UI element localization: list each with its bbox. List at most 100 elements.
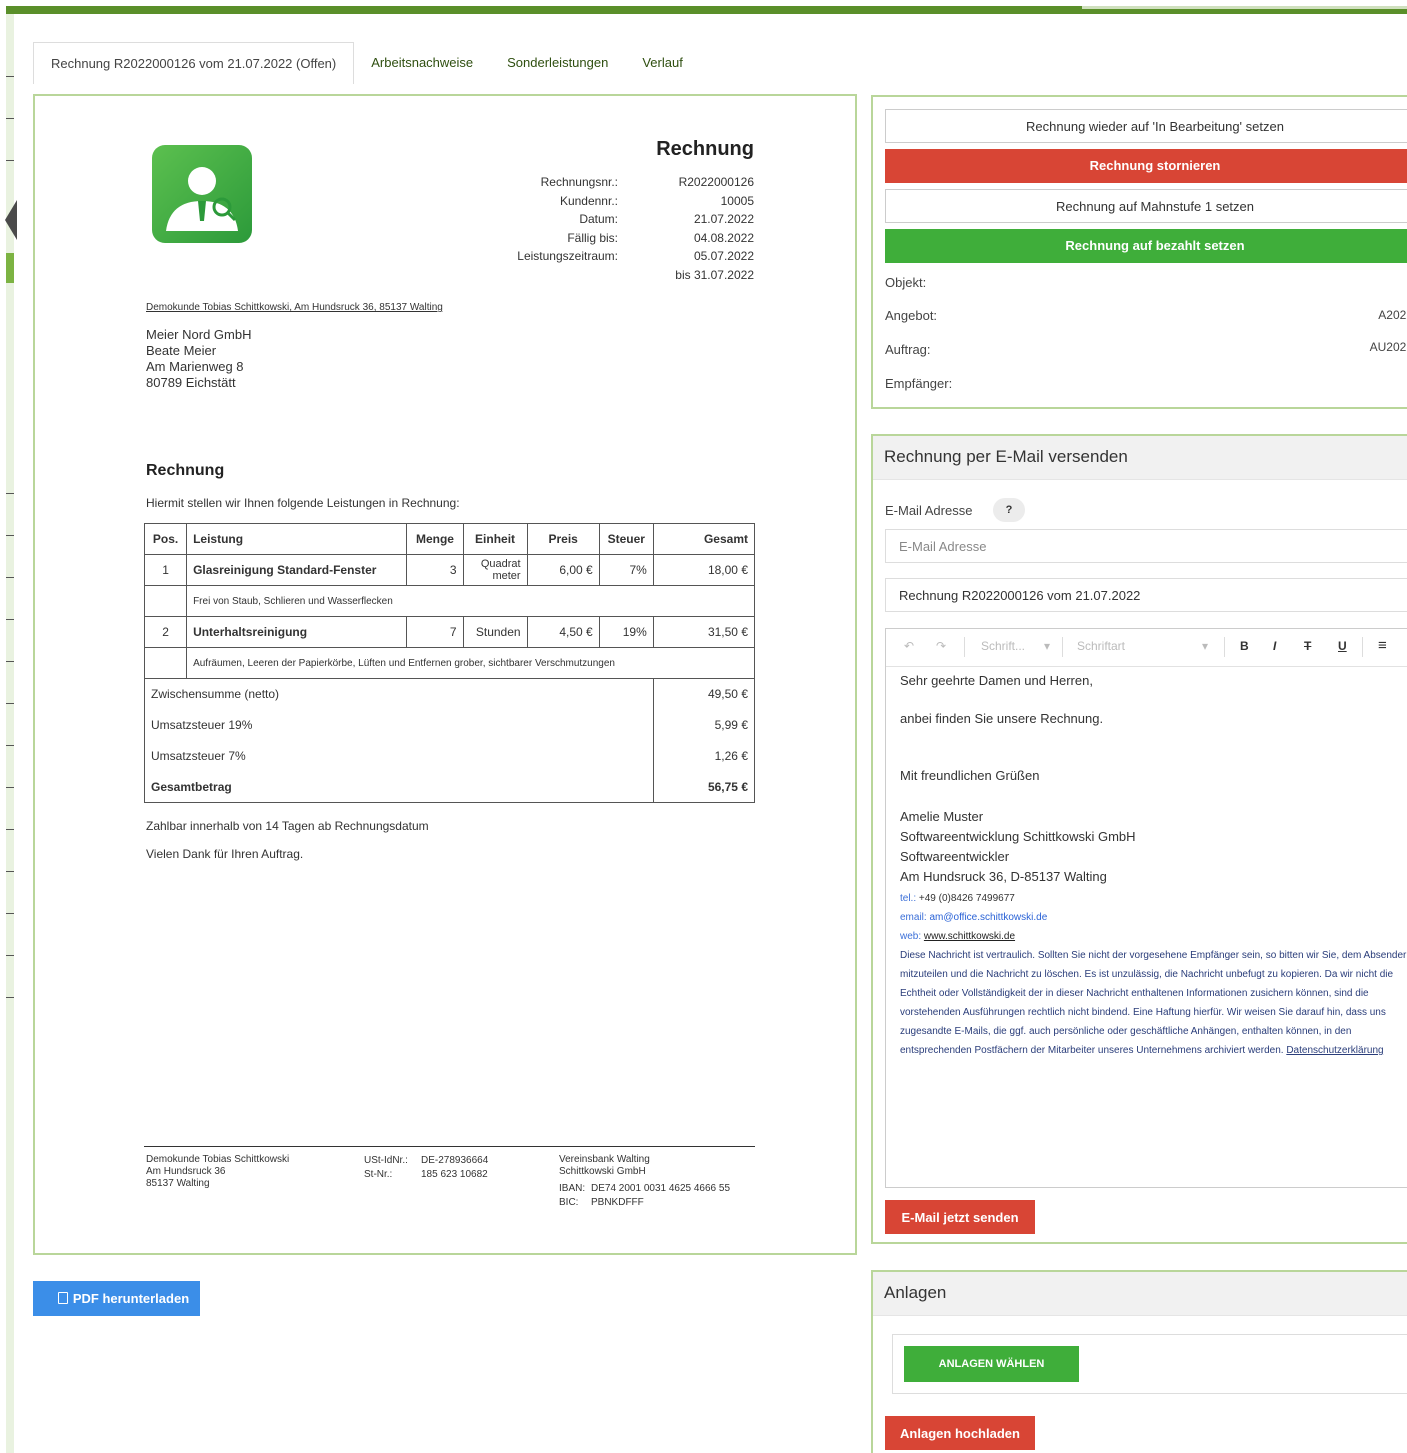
tab-history[interactable]: Verlauf [625, 42, 699, 84]
tab-work-records[interactable]: Arbeitsnachweise [354, 42, 490, 84]
email-subject-input[interactable] [885, 578, 1407, 612]
cell-price: 4,50 € [526, 616, 600, 648]
footer-tax: USt-IdNr.: DE-278936664 St-Nr.: 185 623 10… [364, 1154, 488, 1182]
footer-divider [144, 1146, 755, 1147]
invoice-title: Rechnung [656, 138, 754, 160]
contact-key: tel.: [900, 893, 917, 904]
footer-value: PBNKDFFF [591, 1197, 644, 1208]
rail-tick [6, 160, 14, 161]
email-panel: Rechnung per E-Mail versenden E-Mail Adr… [871, 434, 1407, 1244]
signature-web-link[interactable]: www.schittkowski.de [924, 931, 1015, 942]
address-line: Am Marienweg 8 [146, 359, 244, 374]
total-value: 56,75 € [652, 771, 756, 803]
rail-tick [6, 829, 14, 830]
rail-tick [6, 118, 14, 119]
sidebar-collapse-icon[interactable] [5, 200, 17, 240]
cell-description: Aufräumen, Leeren der Papierkörbe, Lüfte… [186, 647, 755, 679]
footer-line: Am Hundsruck 36 [146, 1166, 226, 1177]
email-address-label: E-Mail Adresse [885, 503, 973, 518]
total-label: Umsatzsteuer 19% [144, 709, 654, 741]
address-line: Meier Nord GmbH [146, 327, 252, 342]
chevron-down-icon[interactable]: ▾ [1044, 639, 1050, 653]
strikethrough-icon[interactable]: T [1304, 639, 1311, 653]
meta-label: Kundennr.: [559, 193, 618, 208]
pdf-file-icon [57, 1292, 68, 1304]
invoice-meta-labels: Rechnungsnr.: Kundennr.: Datum: Fällig b… [470, 173, 618, 266]
footer-key: St-Nr.: [364, 1169, 393, 1180]
align-left-icon[interactable]: ≡ [1378, 637, 1387, 654]
choose-attachments-button[interactable]: ANLAGEN WÄHLEN [904, 1346, 1079, 1382]
total-label: Zwischensumme (netto) [144, 678, 654, 710]
attachments-panel: Anlagen ANLAGEN WÄHLEN Anlagen hochladen [871, 1270, 1407, 1453]
rail-tick [6, 493, 14, 494]
col-quantity: Menge [406, 523, 464, 555]
email-disclaimer: Diese Nachricht ist vertraulich. Sollten… [900, 946, 1407, 1076]
toolbar-divider [1362, 637, 1363, 657]
cell-quantity: 7 [406, 616, 464, 648]
email-body-editor[interactable]: ↶ ↷ Schrift... ▾ Schriftart ▾ B I T U ≡ … [885, 628, 1407, 1188]
tab-special-services[interactable]: Sonderleistungen [490, 42, 625, 84]
font-family-select[interactable]: Schriftart [1077, 639, 1125, 653]
underline-icon[interactable]: U [1338, 639, 1347, 653]
set-paid-button[interactable]: Rechnung auf bezahlt setzen [885, 229, 1407, 263]
total-label: Umsatzsteuer 7% [144, 740, 654, 772]
email-signature: Amelie Muster Softwareentwicklung Schitt… [900, 807, 1136, 887]
meta-label: Rechnungsnr.: [540, 175, 618, 189]
table-row: 2 Unterhaltsreinigung 7 Stunden 4,50 € 1… [143, 616, 756, 648]
signature-line: Softwareentwicklung Schittkowski GmbH [900, 829, 1136, 844]
pdf-download-button[interactable]: PDF herunterladen [33, 1281, 200, 1316]
font-size-select[interactable]: Schrift... [981, 639, 1025, 653]
tab-invoice[interactable]: Rechnung R2022000126 vom 21.07.2022 (Off… [33, 42, 355, 84]
set-in-progress-button[interactable]: Rechnung wieder auf 'In Bearbeitung' set… [885, 109, 1407, 143]
meta-value: 05.07.2022 [693, 249, 754, 263]
attachment-dropzone[interactable]: ANLAGEN WÄHLEN [892, 1334, 1407, 1394]
cell-service: Glasreinigung Standard-Fenster [186, 554, 408, 586]
meta-value: 21.07.2022 [693, 212, 754, 226]
col-total: Gesamt [652, 523, 756, 555]
app-top-bar-accent [1082, 6, 1407, 9]
chevron-down-icon[interactable]: ▾ [1202, 639, 1208, 653]
email-panel-header: Rechnung per E-Mail versenden [873, 436, 1407, 480]
set-dunning-button[interactable]: Rechnung auf Mahnstufe 1 setzen [885, 189, 1407, 223]
payment-terms: Zahlbar innerhalb von 14 Tagen ab Rechnu… [146, 819, 429, 833]
object-label: Objekt: [885, 275, 927, 290]
table-header-row: Pos. Leistung Menge Einheit Preis Steuer… [143, 523, 756, 555]
unit-line: Quadrat [480, 558, 521, 570]
email-greeting: Sehr geehrte Damen und Herren, [900, 673, 1093, 688]
cell-pos: 1 [143, 554, 188, 586]
footer-value: 185 623 10682 [421, 1169, 488, 1180]
privacy-policy-link[interactable]: Datenschutzerklärung [1286, 1045, 1383, 1056]
help-icon[interactable]: ? [993, 498, 1025, 522]
cell-pos: 2 [143, 616, 188, 648]
cell-tax: 19% [598, 616, 654, 648]
total-value: 5,99 € [652, 709, 756, 741]
rail-tick [6, 913, 14, 914]
invoice-tabs: Rechnung R2022000126 vom 21.07.2022 (Off… [33, 42, 700, 84]
order-label: Auftrag: [885, 342, 931, 357]
cancel-invoice-button[interactable]: Rechnung stornieren [885, 149, 1407, 183]
total-label: Gesamtbetrag [144, 771, 654, 803]
undo-icon[interactable]: ↶ [904, 639, 914, 653]
italic-icon[interactable]: I [1273, 639, 1276, 653]
upload-attachments-button[interactable]: Anlagen hochladen [885, 1416, 1035, 1450]
cell-unit: Stunden [462, 616, 528, 648]
offer-value[interactable]: A2022 [1333, 308, 1407, 322]
send-email-button[interactable]: E-Mail jetzt senden [885, 1200, 1035, 1234]
email-address-input[interactable] [885, 529, 1407, 563]
cell-total: 31,50 € [652, 616, 756, 648]
editor-toolbar: ↶ ↷ Schrift... ▾ Schriftart ▾ B I T U ≡ [886, 629, 1407, 667]
col-unit: Einheit [462, 523, 528, 555]
order-value[interactable]: AU2022 [1333, 340, 1407, 354]
rail-active-marker [6, 253, 14, 283]
signature-line: Amelie Muster [900, 809, 984, 824]
footer-value: DE-278936664 [421, 1155, 489, 1166]
signature-contact: tel.: +49 (0)8426 7499677 email: am@offi… [900, 889, 1047, 946]
email-regards: Mit freundlichen Grüßen [900, 768, 1040, 783]
signature-email-link[interactable]: am@office.schittkowski.de [929, 912, 1047, 923]
rail-tick [6, 703, 14, 704]
redo-icon[interactable]: ↷ [936, 639, 946, 653]
disclaimer-text: Diese Nachricht ist vertraulich. Sollten… [900, 950, 1407, 1056]
bold-icon[interactable]: B [1240, 639, 1249, 653]
invoice-items-table: Pos. Leistung Menge Einheit Preis Steuer… [143, 523, 756, 803]
footer-line: Vereinsbank Walting [559, 1154, 650, 1165]
